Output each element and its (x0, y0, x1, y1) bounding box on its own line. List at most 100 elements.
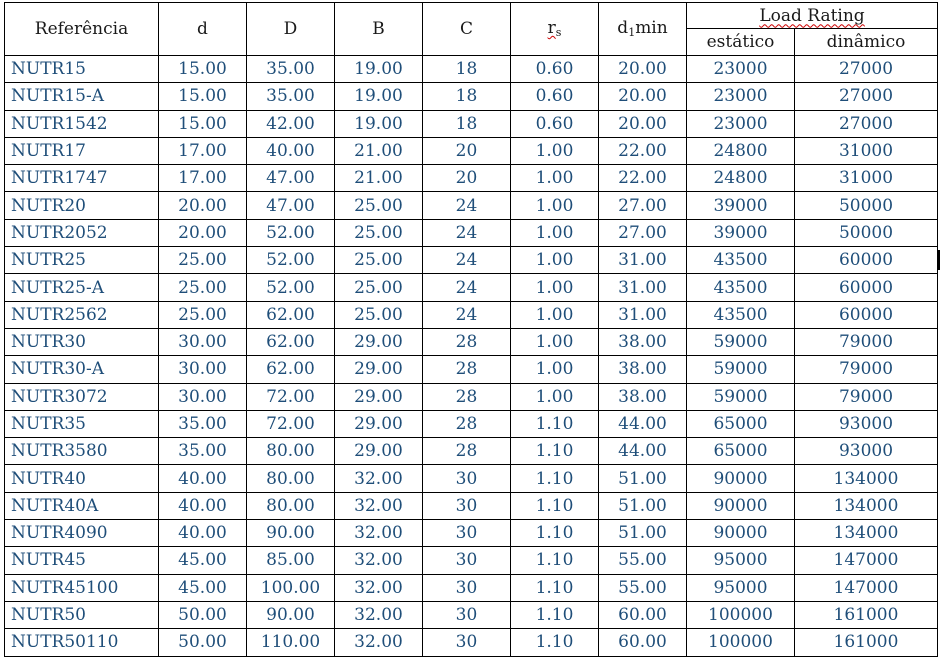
header-d1-suffix: min (635, 18, 668, 38)
cell-c: 20 (422, 136, 511, 166)
cell-b: 32.00 (334, 628, 423, 657)
cell-b: 29.00 (334, 327, 423, 357)
cell-c: 18 (422, 54, 511, 84)
cell-reference: NUTR25-A (4, 273, 159, 302)
cell-d: 40.00 (158, 519, 247, 548)
cell-b: 29.00 (334, 437, 423, 466)
cell-outer-d: 80.00 (246, 491, 335, 521)
cell-d1min: 60.00 (598, 628, 687, 657)
cell-static: 59000 (686, 327, 795, 357)
cell-rs: 0.60 (510, 109, 599, 138)
cell-d1min: 20.00 (598, 54, 687, 84)
cell-c: 24 (422, 191, 511, 220)
header-c: C (422, 2, 511, 56)
cell-static: 23000 (686, 54, 795, 84)
cell-rs: 0.60 (510, 82, 599, 111)
cell-rs: 1.10 (510, 600, 599, 630)
table-header: Referência d D B C rs d1min Load Rating … (4, 2, 938, 56)
cell-b: 32.00 (334, 519, 423, 548)
cell-rs: 1.10 (510, 573, 599, 602)
cell-d1min: 55.00 (598, 573, 687, 602)
cell-c: 18 (422, 109, 511, 138)
cell-d: 25.00 (158, 300, 247, 329)
cell-dynamic: 60000 (794, 273, 938, 302)
cell-d: 35.00 (158, 437, 247, 466)
cell-d1min: 20.00 (598, 109, 687, 138)
cell-d: 50.00 (158, 600, 247, 630)
table-row: NUTR15 15.00 35.00 19.00 18 0.60 20.00 23000 270… (4, 54, 938, 84)
header-d: d (158, 2, 247, 56)
cell-b: 25.00 (334, 246, 423, 275)
cell-d: 35.00 (158, 409, 247, 439)
cell-d1min: 60.00 (598, 600, 687, 630)
cell-reference: NUTR2052 (4, 218, 159, 248)
cell-d: 40.00 (158, 491, 247, 521)
table-row: NUTR25-A 25.00 52.00 25.00 24 1.00 31.00 43500 6… (4, 273, 938, 302)
cell-dynamic: 27000 (794, 82, 938, 111)
cell-d1min: 22.00 (598, 164, 687, 193)
cell-outer-d: 85.00 (246, 546, 335, 575)
table-row: NUTR1747 17.00 47.00 21.00 20 1.00 22.00 24800 3… (4, 164, 938, 193)
cell-d1min: 31.00 (598, 273, 687, 302)
cell-c: 24 (422, 300, 511, 329)
cell-d1min: 44.00 (598, 437, 687, 466)
cell-dynamic: 27000 (794, 54, 938, 84)
cell-b: 19.00 (334, 109, 423, 138)
cell-dynamic: 134000 (794, 519, 938, 548)
cell-dynamic: 50000 (794, 218, 938, 248)
cell-d1min: 38.00 (598, 355, 687, 384)
cell-rs: 1.00 (510, 327, 599, 357)
cell-outer-d: 90.00 (246, 600, 335, 630)
cell-c: 28 (422, 327, 511, 357)
cell-rs: 1.00 (510, 273, 599, 302)
cell-d: 15.00 (158, 109, 247, 138)
cell-b: 29.00 (334, 409, 423, 439)
cell-reference: NUTR1747 (4, 164, 159, 193)
cell-rs: 1.00 (510, 136, 599, 166)
cell-c: 28 (422, 437, 511, 466)
cell-b: 25.00 (334, 218, 423, 248)
cell-outer-d: 110.00 (246, 628, 335, 657)
cell-d: 30.00 (158, 355, 247, 384)
cell-reference: NUTR30 (4, 327, 159, 357)
header-load-rating-label: Load Rating (759, 5, 865, 26)
table-row: NUTR2052 20.00 52.00 25.00 24 1.00 27.00 39000 5… (4, 218, 938, 248)
cell-static: 23000 (686, 109, 795, 138)
cell-dynamic: 93000 (794, 437, 938, 466)
table-row: NUTR50 50.00 90.00 32.00 30 1.10 60.00 100000 16… (4, 600, 938, 630)
cell-reference: NUTR50 (4, 600, 159, 630)
cell-b: 21.00 (334, 136, 423, 166)
cell-static: 24800 (686, 164, 795, 193)
table-row: NUTR30-A 30.00 62.00 29.00 28 1.00 38.00 59000 7… (4, 355, 938, 384)
cell-static: 90000 (686, 491, 795, 521)
cell-outer-d: 100.00 (246, 573, 335, 602)
cell-d1min: 51.00 (598, 519, 687, 548)
table-row: NUTR17 17.00 40.00 21.00 20 1.00 22.00 24800 310… (4, 136, 938, 166)
cell-reference: NUTR40 (4, 464, 159, 493)
cell-d: 25.00 (158, 273, 247, 302)
cell-dynamic: 50000 (794, 191, 938, 220)
cell-dynamic: 161000 (794, 628, 938, 657)
cell-static: 65000 (686, 409, 795, 439)
cell-static: 43500 (686, 273, 795, 302)
cell-reference: NUTR35 (4, 409, 159, 439)
cell-static: 100000 (686, 600, 795, 630)
cell-dynamic: 60000 (794, 246, 938, 275)
cell-dynamic: 79000 (794, 382, 938, 411)
cell-static: 43500 (686, 300, 795, 329)
cell-dynamic: 147000 (794, 573, 938, 602)
cell-reference: NUTR20 (4, 191, 159, 220)
cell-b: 32.00 (334, 573, 423, 602)
cell-reference: NUTR17 (4, 136, 159, 166)
cell-static: 39000 (686, 218, 795, 248)
table-row: NUTR3072 30.00 72.00 29.00 28 1.00 38.00 59000 7… (4, 382, 938, 411)
cell-rs: 1.10 (510, 491, 599, 521)
header-b: B (334, 2, 423, 56)
cell-rs: 1.00 (510, 164, 599, 193)
cell-d1min: 22.00 (598, 136, 687, 166)
cell-c: 30 (422, 573, 511, 602)
cell-outer-d: 52.00 (246, 246, 335, 275)
cell-d: 45.00 (158, 546, 247, 575)
cell-rs: 1.00 (510, 191, 599, 220)
cell-d1min: 51.00 (598, 464, 687, 493)
